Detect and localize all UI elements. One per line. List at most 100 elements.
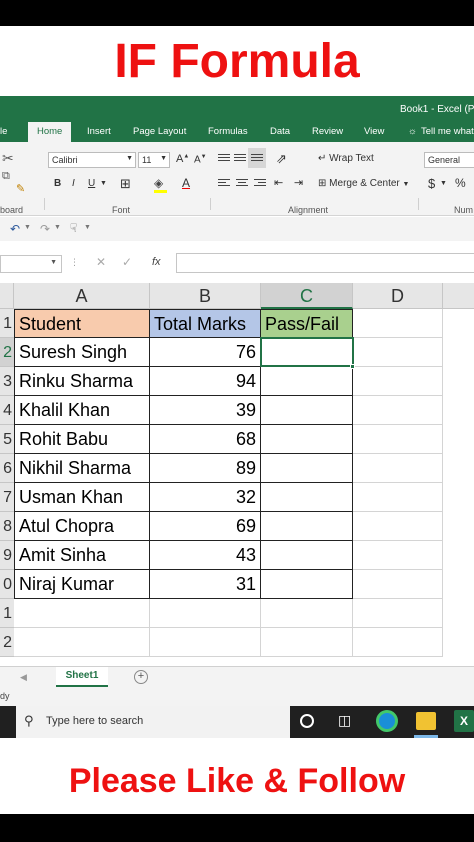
- paste-icon[interactable]: ✂: [2, 150, 14, 167]
- tab-review[interactable]: Review: [312, 126, 343, 137]
- fill-handle[interactable]: [350, 364, 355, 369]
- cell-a4[interactable]: Khalil Khan: [14, 396, 150, 425]
- row-header[interactable]: 3: [0, 367, 14, 396]
- name-box[interactable]: ▼: [0, 255, 62, 273]
- empty-cell[interactable]: [353, 599, 443, 628]
- row-header[interactable]: 1: [0, 309, 14, 338]
- add-sheet-button[interactable]: +: [134, 670, 148, 684]
- currency-button[interactable]: $: [428, 176, 435, 191]
- cell-b1[interactable]: Total Marks: [150, 309, 261, 338]
- cell-a6[interactable]: Nikhil Sharma: [14, 454, 150, 483]
- column-header-a[interactable]: A: [14, 283, 150, 309]
- cell-d5[interactable]: [353, 425, 443, 454]
- empty-cell[interactable]: [261, 628, 353, 657]
- cortana-icon[interactable]: [300, 714, 314, 728]
- align-middle-icon[interactable]: [234, 154, 246, 164]
- tell-me-search[interactable]: Tell me what: [421, 126, 474, 137]
- cell-c9[interactable]: [261, 541, 353, 570]
- column-header-e[interactable]: [443, 283, 474, 309]
- align-center-icon[interactable]: [236, 179, 248, 189]
- cell-c5[interactable]: [261, 425, 353, 454]
- cell-d2[interactable]: [353, 338, 443, 367]
- cell-c4[interactable]: [261, 396, 353, 425]
- increase-indent-icon[interactable]: ⇥: [294, 176, 303, 189]
- scroll-left-icon[interactable]: ◀: [20, 672, 27, 683]
- cell-d7[interactable]: [353, 483, 443, 512]
- merge-center-button[interactable]: ⊞ Merge & Center ▼: [318, 178, 409, 189]
- cell-b7[interactable]: 32: [150, 483, 261, 512]
- tab-insert[interactable]: Insert: [87, 126, 111, 137]
- row-header[interactable]: 4: [0, 396, 14, 425]
- empty-cell[interactable]: [261, 599, 353, 628]
- chevron-down-icon[interactable]: ▼: [54, 224, 61, 231]
- file-explorer-icon[interactable]: [416, 712, 436, 730]
- empty-cell[interactable]: [14, 628, 150, 657]
- fill-color-icon[interactable]: ◈: [154, 176, 163, 190]
- row-header[interactable]: 9: [0, 541, 14, 570]
- row-header[interactable]: 2: [0, 628, 14, 657]
- cell-d3[interactable]: [353, 367, 443, 396]
- italic-button[interactable]: I: [72, 178, 75, 189]
- cell-d1[interactable]: [353, 309, 443, 338]
- cell-d6[interactable]: [353, 454, 443, 483]
- cell-a2[interactable]: Suresh Singh: [14, 338, 150, 367]
- cell-a5[interactable]: Rohit Babu: [14, 425, 150, 454]
- tab-file[interactable]: le: [0, 126, 7, 137]
- task-view-icon[interactable]: ◫: [338, 712, 351, 729]
- column-header-c[interactable]: C: [261, 283, 353, 309]
- orientation-icon[interactable]: ⇗: [276, 151, 287, 167]
- enter-icon[interactable]: ✓: [122, 255, 132, 269]
- number-format-select[interactable]: General: [424, 152, 474, 168]
- cell-a1[interactable]: Student: [14, 309, 150, 338]
- cell-c6[interactable]: [261, 454, 353, 483]
- chevron-down-icon[interactable]: ▼: [440, 180, 447, 187]
- font-size-select[interactable]: 11 ▼: [138, 152, 170, 168]
- tab-formulas[interactable]: Formulas: [208, 126, 248, 137]
- cell-c7[interactable]: [261, 483, 353, 512]
- empty-cell[interactable]: [150, 599, 261, 628]
- chevron-down-icon[interactable]: ▼: [84, 224, 91, 231]
- undo-icon[interactable]: ↶: [10, 222, 20, 236]
- shrink-font-icon[interactable]: A▼: [194, 154, 207, 165]
- redo-icon[interactable]: ↷: [40, 222, 50, 236]
- cell-d4[interactable]: [353, 396, 443, 425]
- row-header[interactable]: 5: [0, 425, 14, 454]
- cell-b9[interactable]: 43: [150, 541, 261, 570]
- column-header-b[interactable]: B: [150, 283, 261, 309]
- row-header[interactable]: 8: [0, 512, 14, 541]
- format-painter-icon[interactable]: ✎: [16, 182, 25, 195]
- row-header[interactable]: 7: [0, 483, 14, 512]
- cell-b4[interactable]: 39: [150, 396, 261, 425]
- wrap-text-button[interactable]: ↵ Wrap Text: [318, 153, 374, 164]
- tab-page-layout[interactable]: Page Layout: [133, 126, 186, 137]
- cell-c10[interactable]: [261, 570, 353, 599]
- empty-cell[interactable]: [353, 628, 443, 657]
- cell-d9[interactable]: [353, 541, 443, 570]
- cell-a7[interactable]: Usman Khan: [14, 483, 150, 512]
- cell-c8[interactable]: [261, 512, 353, 541]
- bold-button[interactable]: B: [54, 178, 61, 189]
- chevron-down-icon[interactable]: ▼: [100, 180, 107, 187]
- font-name-select[interactable]: Calibri ▼: [48, 152, 136, 168]
- column-header-d[interactable]: D: [353, 283, 443, 309]
- sheet-tab-sheet1[interactable]: Sheet1: [56, 667, 108, 687]
- insert-function-button[interactable]: fx: [152, 256, 161, 268]
- align-right-icon[interactable]: [254, 179, 266, 189]
- cell-b3[interactable]: 94: [150, 367, 261, 396]
- chevron-down-icon[interactable]: ▼: [24, 224, 31, 231]
- borders-icon[interactable]: ⊞: [120, 176, 131, 192]
- select-all-corner[interactable]: [0, 283, 14, 309]
- cell-d8[interactable]: [353, 512, 443, 541]
- cell-a9[interactable]: Amit Sinha: [14, 541, 150, 570]
- percent-button[interactable]: %: [455, 176, 466, 190]
- grow-font-icon[interactable]: A▲: [176, 153, 189, 165]
- decrease-indent-icon[interactable]: ⇤: [274, 176, 283, 189]
- row-header[interactable]: 0: [0, 570, 14, 599]
- align-top-icon[interactable]: [218, 154, 230, 164]
- tab-home[interactable]: Home: [28, 122, 72, 142]
- cell-c1[interactable]: Pass/Fail: [261, 309, 353, 338]
- touch-mode-icon[interactable]: ☟: [70, 221, 77, 235]
- taskbar-search[interactable]: ⚲ Type here to search: [16, 706, 290, 738]
- cell-a3[interactable]: Rinku Sharma: [14, 367, 150, 396]
- cell-b10[interactable]: 31: [150, 570, 261, 599]
